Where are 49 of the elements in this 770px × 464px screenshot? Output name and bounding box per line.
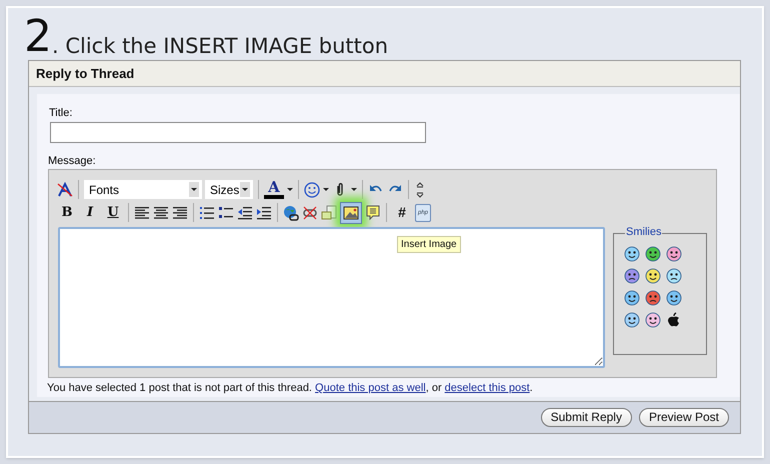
tooltip: Insert Image [397,236,461,253]
switch-mode-icon[interactable] [57,182,73,198]
smiley-icon[interactable] [645,268,661,284]
smiley-icon[interactable] [645,290,661,306]
caret-icon[interactable] [351,188,357,191]
form-button[interactable]: Preview Post [638,408,729,427]
caret-icon[interactable] [287,188,293,191]
resize-arrows-icon[interactable] [414,182,426,198]
title-input[interactable] [50,122,426,143]
indent-icon[interactable] [256,204,272,220]
step-instruction: . Click the INSERT IMAGE button [52,33,388,59]
align-left-icon[interactable] [134,204,150,220]
unlink-icon[interactable] [302,204,318,220]
hash-button[interactable]: # [392,202,412,222]
selection-notice: You have selected 1 post that is not part of this thread. Quote this post as well, or deselect this post. [47,382,533,395]
bullet-list-icon[interactable] [218,204,234,220]
smiley-icon[interactable] [624,268,640,284]
smiley-icon[interactable] [666,268,682,284]
caret-icon[interactable] [242,188,248,191]
caret-icon[interactable] [191,188,197,191]
link[interactable]: deselect this post [444,382,530,394]
outdent-icon[interactable] [237,204,253,220]
numbered-list-icon[interactable] [199,204,215,220]
font-color-button[interactable]: A [264,180,284,200]
smiley-icon[interactable] [666,290,682,306]
caret-icon[interactable] [323,188,329,191]
smiley-icon[interactable] [645,312,661,328]
smiley-icon[interactable] [304,182,320,198]
dropdown[interactable]: Fonts [84,180,202,199]
quote-icon[interactable] [365,204,381,220]
globe-link-icon[interactable] [283,204,299,220]
smiley-icon[interactable] [666,246,682,262]
bold-button[interactable]: B [57,202,77,222]
step-number: 2 [24,15,52,59]
form-button[interactable]: Submit Reply [540,408,632,427]
smiley-icon[interactable] [624,290,640,306]
align-right-icon[interactable] [172,204,188,220]
apple-icon[interactable] [666,312,682,328]
italic-button[interactable]: I [80,202,100,222]
underline-button[interactable]: U [103,202,123,222]
link[interactable]: Quote this post as well [315,382,426,394]
field-label: Message: [48,155,96,168]
field-label: Title: [49,107,72,120]
smiley-icon[interactable] [624,312,640,328]
panel-title: Reply to Thread [29,61,740,87]
smiley-icon[interactable] [624,246,640,262]
align-center-icon[interactable] [153,204,169,220]
smiley-icon[interactable] [645,246,661,262]
dropdown[interactable]: Sizes [205,180,253,199]
